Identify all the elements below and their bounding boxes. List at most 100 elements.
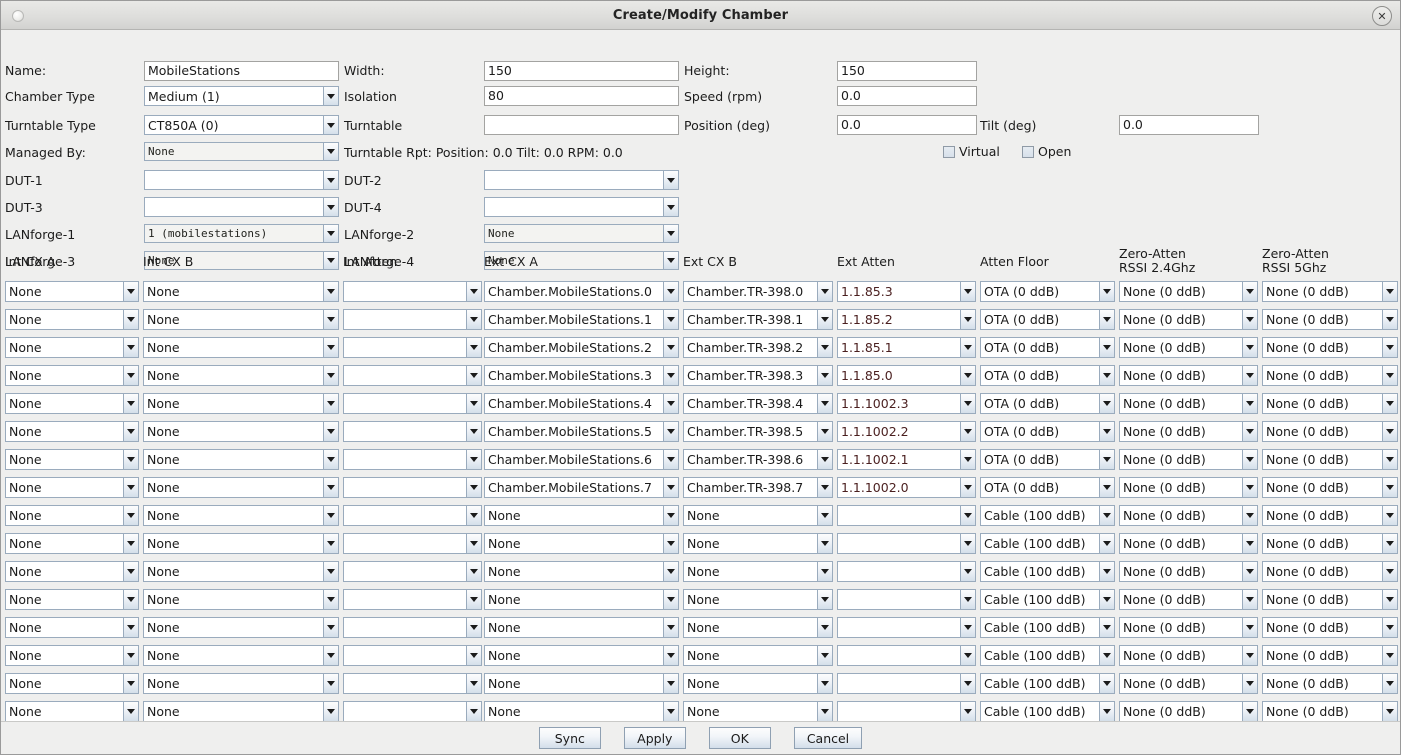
- open-checkbox[interactable]: Open: [1022, 144, 1071, 159]
- ext-atten-select-row-14[interactable]: [837, 645, 976, 666]
- zero-atten-rssi-5ghz-select-row-13[interactable]: None (0 ddB): [1262, 617, 1398, 638]
- zero-atten-rssi-24ghz-select-row-2[interactable]: None (0 ddB): [1119, 309, 1258, 330]
- atten-floor-select-row-7[interactable]: OTA (0 ddB): [980, 449, 1115, 470]
- int-cx-a-select-row-1[interactable]: None: [5, 281, 139, 302]
- zero-atten-rssi-24ghz-select-row-14[interactable]: None (0 ddB): [1119, 645, 1258, 666]
- turntable-type-select[interactable]: CT850A (0): [144, 115, 339, 135]
- ext-atten-select-row-11[interactable]: [837, 561, 976, 582]
- ext-cx-a-select-row-8[interactable]: Chamber.MobileStations.7: [484, 477, 679, 498]
- ext-cx-b-select-row-11[interactable]: None: [683, 561, 833, 582]
- int-cx-a-select-row-16[interactable]: None: [5, 701, 139, 722]
- int-atten-select-row-9[interactable]: [343, 505, 482, 526]
- sync-button[interactable]: Sync: [538, 727, 601, 749]
- atten-floor-select-row-14[interactable]: Cable (100 ddB): [980, 645, 1115, 666]
- int-cx-a-select-row-2[interactable]: None: [5, 309, 139, 330]
- ext-cx-a-select-row-15[interactable]: None: [484, 673, 679, 694]
- atten-floor-select-row-6[interactable]: OTA (0 ddB): [980, 421, 1115, 442]
- zero-atten-rssi-24ghz-select-row-4[interactable]: None (0 ddB): [1119, 365, 1258, 386]
- ext-cx-b-select-row-7[interactable]: Chamber.TR-398.6: [683, 449, 833, 470]
- atten-floor-select-row-2[interactable]: OTA (0 ddB): [980, 309, 1115, 330]
- height-input[interactable]: 150: [837, 61, 977, 81]
- ext-atten-select-row-3[interactable]: 1.1.85.1: [837, 337, 976, 358]
- zero-atten-rssi-5ghz-select-row-6[interactable]: None (0 ddB): [1262, 421, 1398, 442]
- ext-cx-a-select-row-13[interactable]: None: [484, 617, 679, 638]
- ext-atten-select-row-5[interactable]: 1.1.1002.3: [837, 393, 976, 414]
- ext-cx-a-select-row-14[interactable]: None: [484, 645, 679, 666]
- zero-atten-rssi-5ghz-select-row-12[interactable]: None (0 ddB): [1262, 589, 1398, 610]
- ext-cx-a-select-row-4[interactable]: Chamber.MobileStations.3: [484, 365, 679, 386]
- ext-atten-select-row-7[interactable]: 1.1.1002.1: [837, 449, 976, 470]
- ok-button[interactable]: OK: [708, 727, 771, 749]
- atten-floor-select-row-16[interactable]: Cable (100 ddB): [980, 701, 1115, 722]
- int-cx-b-select-row-11[interactable]: None: [143, 561, 339, 582]
- ext-atten-select-row-12[interactable]: [837, 589, 976, 610]
- int-cx-a-select-row-10[interactable]: None: [5, 533, 139, 554]
- ext-cx-b-select-row-6[interactable]: Chamber.TR-398.5: [683, 421, 833, 442]
- name-input[interactable]: MobileStations: [144, 61, 339, 81]
- int-cx-b-select-row-5[interactable]: None: [143, 393, 339, 414]
- int-atten-select-row-12[interactable]: [343, 589, 482, 610]
- int-atten-select-row-11[interactable]: [343, 561, 482, 582]
- int-cx-a-select-row-15[interactable]: None: [5, 673, 139, 694]
- atten-floor-select-row-5[interactable]: OTA (0 ddB): [980, 393, 1115, 414]
- zero-atten-rssi-5ghz-select-row-5[interactable]: None (0 ddB): [1262, 393, 1398, 414]
- int-cx-b-select-row-13[interactable]: None: [143, 617, 339, 638]
- width-input[interactable]: 150: [484, 61, 679, 81]
- zero-atten-rssi-5ghz-select-row-7[interactable]: None (0 ddB): [1262, 449, 1398, 470]
- zero-atten-rssi-24ghz-select-row-1[interactable]: None (0 ddB): [1119, 281, 1258, 302]
- atten-floor-select-row-11[interactable]: Cable (100 ddB): [980, 561, 1115, 582]
- zero-atten-rssi-24ghz-select-row-6[interactable]: None (0 ddB): [1119, 421, 1258, 442]
- zero-atten-rssi-24ghz-select-row-15[interactable]: None (0 ddB): [1119, 673, 1258, 694]
- managed-by-select[interactable]: None: [144, 142, 339, 161]
- ext-atten-select-row-8[interactable]: 1.1.1002.0: [837, 477, 976, 498]
- int-cx-a-select-row-3[interactable]: None: [5, 337, 139, 358]
- int-atten-select-row-5[interactable]: [343, 393, 482, 414]
- int-cx-b-select-row-4[interactable]: None: [143, 365, 339, 386]
- dut2-select[interactable]: [484, 170, 679, 190]
- ext-atten-select-row-15[interactable]: [837, 673, 976, 694]
- tilt-input[interactable]: 0.0: [1119, 115, 1259, 135]
- zero-atten-rssi-5ghz-select-row-16[interactable]: None (0 ddB): [1262, 701, 1398, 722]
- int-cx-a-select-row-5[interactable]: None: [5, 393, 139, 414]
- int-cx-b-select-row-2[interactable]: None: [143, 309, 339, 330]
- zero-atten-rssi-5ghz-select-row-11[interactable]: None (0 ddB): [1262, 561, 1398, 582]
- ext-cx-a-select-row-2[interactable]: Chamber.MobileStations.1: [484, 309, 679, 330]
- atten-floor-select-row-15[interactable]: Cable (100 ddB): [980, 673, 1115, 694]
- zero-atten-rssi-24ghz-select-row-8[interactable]: None (0 ddB): [1119, 477, 1258, 498]
- ext-cx-b-select-row-8[interactable]: Chamber.TR-398.7: [683, 477, 833, 498]
- turntable-input[interactable]: [484, 115, 679, 135]
- int-cx-b-select-row-9[interactable]: None: [143, 505, 339, 526]
- ext-cx-a-select-row-6[interactable]: Chamber.MobileStations.5: [484, 421, 679, 442]
- zero-atten-rssi-24ghz-select-row-10[interactable]: None (0 ddB): [1119, 533, 1258, 554]
- zero-atten-rssi-5ghz-select-row-4[interactable]: None (0 ddB): [1262, 365, 1398, 386]
- int-cx-a-select-row-6[interactable]: None: [5, 421, 139, 442]
- lanforge1-select[interactable]: 1 (mobilestations): [144, 224, 339, 243]
- dut3-select[interactable]: [144, 197, 339, 217]
- atten-floor-select-row-3[interactable]: OTA (0 ddB): [980, 337, 1115, 358]
- int-atten-select-row-14[interactable]: [343, 645, 482, 666]
- zero-atten-rssi-5ghz-select-row-1[interactable]: None (0 ddB): [1262, 281, 1398, 302]
- zero-atten-rssi-24ghz-select-row-11[interactable]: None (0 ddB): [1119, 561, 1258, 582]
- ext-cx-b-select-row-12[interactable]: None: [683, 589, 833, 610]
- int-atten-select-row-16[interactable]: [343, 701, 482, 722]
- apply-button[interactable]: Apply: [623, 727, 686, 749]
- int-atten-select-row-10[interactable]: [343, 533, 482, 554]
- int-cx-b-select-row-16[interactable]: None: [143, 701, 339, 722]
- dut1-select[interactable]: [144, 170, 339, 190]
- chamber-type-select[interactable]: Medium (1): [144, 86, 339, 106]
- ext-atten-select-row-13[interactable]: [837, 617, 976, 638]
- int-cx-a-select-row-4[interactable]: None: [5, 365, 139, 386]
- ext-cx-a-select-row-9[interactable]: None: [484, 505, 679, 526]
- int-atten-select-row-7[interactable]: [343, 449, 482, 470]
- zero-atten-rssi-5ghz-select-row-8[interactable]: None (0 ddB): [1262, 477, 1398, 498]
- zero-atten-rssi-24ghz-select-row-7[interactable]: None (0 ddB): [1119, 449, 1258, 470]
- ext-atten-select-row-1[interactable]: 1.1.85.3: [837, 281, 976, 302]
- ext-cx-b-select-row-9[interactable]: None: [683, 505, 833, 526]
- dut4-select[interactable]: [484, 197, 679, 217]
- int-atten-select-row-1[interactable]: [343, 281, 482, 302]
- int-atten-select-row-4[interactable]: [343, 365, 482, 386]
- cancel-button[interactable]: Cancel: [793, 727, 863, 749]
- zero-atten-rssi-24ghz-select-row-13[interactable]: None (0 ddB): [1119, 617, 1258, 638]
- ext-cx-b-select-row-16[interactable]: None: [683, 701, 833, 722]
- ext-cx-a-select-row-3[interactable]: Chamber.MobileStations.2: [484, 337, 679, 358]
